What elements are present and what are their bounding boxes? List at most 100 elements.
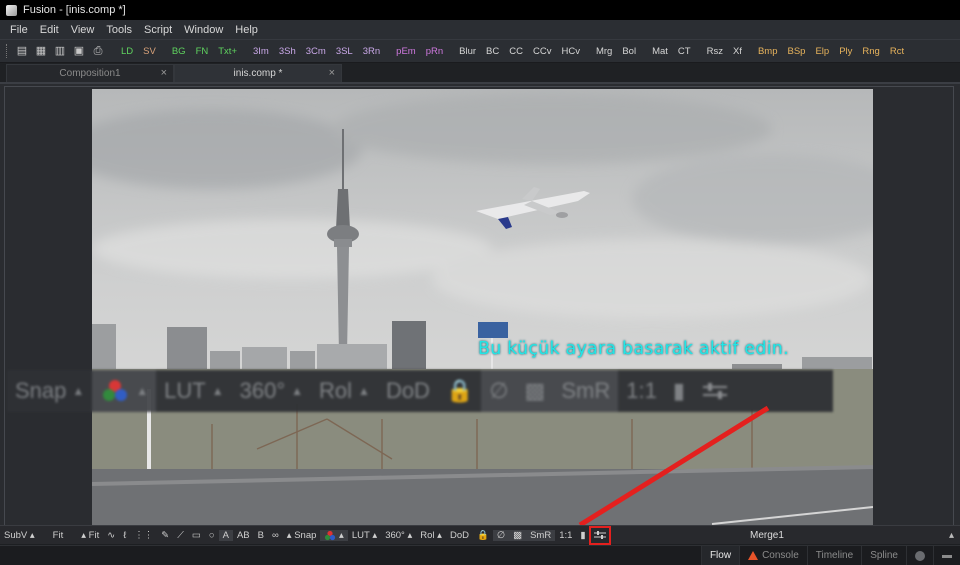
- layout-single-icon[interactable]: ▤: [15, 44, 29, 58]
- tool-ply-button[interactable]: Ply: [834, 46, 857, 57]
- menu-tools[interactable]: Tools: [100, 24, 138, 36]
- tool-hcv-button[interactable]: HCv: [556, 46, 584, 57]
- zoom-360: 360° ▲: [239, 378, 304, 403]
- buffer-ab-button[interactable]: AB: [233, 530, 254, 541]
- histogram-icon[interactable]: ▮: [576, 530, 589, 541]
- tool-ccv-button[interactable]: CCv: [528, 46, 556, 57]
- fusion-logo-icon: [6, 4, 17, 16]
- snap-dropdown[interactable]: ▴ Snap: [283, 530, 321, 541]
- tool-pem-button[interactable]: pEm: [391, 46, 421, 57]
- smr-button[interactable]: SmR: [526, 529, 556, 541]
- tab-spline[interactable]: Spline: [861, 545, 906, 565]
- viewer-image[interactable]: [92, 89, 873, 528]
- layout-double-icon[interactable]: ▦: [34, 44, 48, 58]
- tool-ct-button[interactable]: CT: [673, 46, 696, 57]
- fit-button[interactable]: Fit: [39, 530, 68, 541]
- tab-flow[interactable]: Flow: [700, 545, 740, 565]
- zoom-checker-icon: ▩: [516, 370, 554, 412]
- zoom-null-icon: ∅: [481, 370, 517, 412]
- lock-icon[interactable]: 🔒: [473, 530, 493, 541]
- layout-triple-icon[interactable]: ▥: [53, 44, 67, 58]
- viewer-border: Bu küçük ayara basarak aktif edin. Snap ▲…: [4, 86, 954, 528]
- tab-inis-comp[interactable]: inis.comp * ×: [174, 64, 342, 82]
- tool-prn-button[interactable]: pRn: [421, 46, 448, 57]
- line-icon[interactable]: ⟋: [173, 530, 188, 541]
- tool-bol-button[interactable]: Bol: [617, 46, 641, 57]
- window-title: Fusion - [inis.comp *]: [23, 4, 126, 16]
- checker-icon[interactable]: ▩: [509, 529, 527, 541]
- tab-console[interactable]: Console: [739, 545, 807, 565]
- tool-mat-button[interactable]: Mat: [647, 46, 673, 57]
- layout-quad-icon[interactable]: ▣: [72, 44, 86, 58]
- tool-bg-button[interactable]: BG: [167, 46, 191, 57]
- tab-timeline[interactable]: Timeline: [806, 545, 861, 565]
- tool-3rn-button[interactable]: 3Rn: [358, 46, 385, 57]
- close-icon[interactable]: ×: [329, 67, 335, 79]
- buffer-a-button[interactable]: A: [218, 529, 233, 541]
- menu-view[interactable]: View: [65, 24, 101, 36]
- chat-icon[interactable]: ▬: [933, 545, 960, 565]
- tool-bar: ▤ ▦ ▥ ▣ ⎙ LD SV BG FN Txt+ 3Im 3Sh 3Cm 3SL 3Rn pEm…: [0, 39, 960, 63]
- warning-icon: [748, 551, 759, 560]
- printer-icon[interactable]: ⎙: [91, 44, 105, 58]
- menu-script[interactable]: Script: [138, 24, 178, 36]
- info-icon[interactable]: [906, 545, 933, 565]
- menu-bar: File Edit View Tools Script Window Help: [0, 20, 960, 39]
- tool-elp-button[interactable]: Elp: [810, 46, 834, 57]
- color-channels-icon[interactable]: ▴: [320, 529, 348, 541]
- tool-3im-button[interactable]: 3Im: [248, 46, 274, 57]
- tutorial-annotation: Bu küçük ayara basarak aktif edin.: [478, 339, 789, 359]
- menu-file[interactable]: File: [4, 24, 34, 36]
- tool-ld-button[interactable]: LD: [116, 46, 138, 57]
- circle-icon[interactable]: ○: [205, 530, 219, 541]
- fit-dropdown[interactable]: ▴ Fit: [67, 530, 103, 541]
- buffer-b-button[interactable]: B: [254, 530, 268, 541]
- tool-rng-button[interactable]: Rng: [857, 46, 884, 57]
- grid-icon[interactable]: ⋮⋮: [130, 530, 157, 541]
- tool-sv-button[interactable]: SV: [138, 46, 161, 57]
- spline-icon[interactable]: ∿: [103, 530, 119, 541]
- menu-help[interactable]: Help: [229, 24, 264, 36]
- tool-mrg-button[interactable]: Mrg: [591, 46, 617, 57]
- sliders-icon[interactable]: [588, 525, 611, 545]
- viewer-menu-icon[interactable]: ▴: [949, 530, 954, 541]
- tool-cc-button[interactable]: CC: [504, 46, 528, 57]
- tool-blur-button[interactable]: Blur: [454, 46, 481, 57]
- brush-icon[interactable]: ✎: [157, 530, 173, 541]
- tab-bar: Composition1 × inis.comp * ×: [0, 63, 960, 82]
- tool-3sh-button[interactable]: 3Sh: [274, 46, 301, 57]
- glasses-icon[interactable]: ∞: [268, 530, 283, 541]
- ratio-button[interactable]: 1:1: [555, 530, 576, 541]
- zoom-rol: Rol ▲: [319, 378, 370, 403]
- dod-button[interactable]: DoD: [446, 530, 473, 541]
- tool-txt-button[interactable]: Txt+: [213, 46, 242, 57]
- lut-button[interactable]: LUT ▴: [348, 530, 381, 541]
- title-bar: Fusion - [inis.comp *]: [0, 0, 960, 20]
- tool-bsp-button[interactable]: BSp: [782, 46, 810, 57]
- toolbar-grip[interactable]: [6, 44, 9, 58]
- zoom-sliders-icon: [693, 380, 737, 402]
- zoomed-toolbar-callout: Snap ▲ ▲ LUT ▲ 360° ▲ Rol ▲ DoD 🔒 ∅ ▩ SmR 1:…: [7, 370, 833, 412]
- rol-button[interactable]: Rol ▴: [416, 530, 446, 541]
- zoom-snap: Snap ▲: [15, 378, 85, 403]
- tool-3cm-button[interactable]: 3Cm: [301, 46, 331, 57]
- menu-edit[interactable]: Edit: [34, 24, 65, 36]
- tool-bmp-button[interactable]: Bmp: [753, 46, 783, 57]
- tool-fn-button[interactable]: FN: [191, 46, 214, 57]
- 360-button[interactable]: 360° ▴: [381, 530, 416, 541]
- rect-icon[interactable]: ▭: [188, 530, 205, 541]
- fusion-app: Fusion - [inis.comp *] File Edit View To…: [0, 0, 960, 565]
- tool-bc-button[interactable]: BC: [481, 46, 504, 57]
- tab-composition1[interactable]: Composition1 ×: [6, 64, 174, 82]
- tool-rct-button[interactable]: Rct: [885, 46, 909, 57]
- null-icon[interactable]: ∅: [492, 529, 510, 541]
- subview-button[interactable]: SubV ▴: [0, 530, 39, 541]
- status-bar: Flow Console Timeline Spline ▬: [0, 545, 960, 565]
- tool-rsz-button[interactable]: Rsz: [702, 46, 728, 57]
- tool-3sl-button[interactable]: 3SL: [331, 46, 358, 57]
- current-node-label: Merge1: [750, 529, 784, 541]
- close-icon[interactable]: ×: [161, 67, 167, 79]
- menu-window[interactable]: Window: [178, 24, 229, 36]
- bspline-icon[interactable]: ℓ: [119, 530, 130, 541]
- tool-xf-button[interactable]: Xf: [728, 46, 747, 57]
